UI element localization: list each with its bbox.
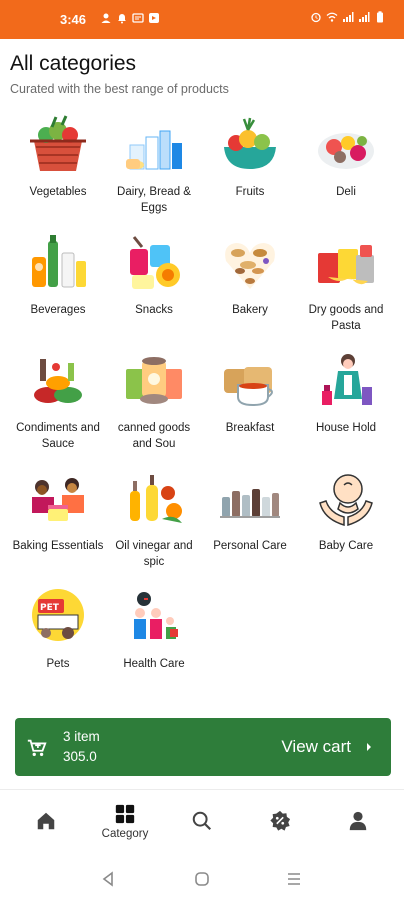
baby-care-icon bbox=[313, 466, 379, 532]
category-bakery[interactable]: Bakery bbox=[202, 230, 298, 348]
category-label: Condiments and Sauce bbox=[16, 422, 100, 450]
view-cart-bar[interactable]: 3 item 305.0 View cart bbox=[15, 718, 391, 776]
notification-bell-icon bbox=[116, 12, 128, 24]
category-snacks[interactable]: Snacks bbox=[106, 230, 202, 348]
category-label: Oil vinegar and spic bbox=[115, 540, 193, 568]
snacks-icon bbox=[121, 230, 187, 296]
vegetable-basket-icon bbox=[25, 112, 91, 178]
category-health-care[interactable]: Health Care bbox=[106, 584, 202, 702]
category-label: canned goods and Sou bbox=[117, 422, 191, 450]
cart-total: 305.0 bbox=[63, 749, 97, 764]
category-pets[interactable]: PET Pets bbox=[10, 584, 106, 702]
home-icon bbox=[37, 812, 55, 830]
category-label: Beverages bbox=[30, 304, 86, 316]
status-right-icons bbox=[310, 11, 386, 23]
category-household[interactable]: House Hold bbox=[298, 348, 394, 466]
header: All categories Curated with the best ran… bbox=[10, 52, 229, 96]
category-label: Fruits bbox=[235, 186, 265, 198]
household-icon bbox=[313, 348, 379, 414]
person-icon bbox=[100, 12, 112, 24]
category-label: Snacks bbox=[135, 304, 173, 316]
status-left-icons bbox=[100, 12, 160, 24]
svg-text:PET: PET bbox=[40, 603, 60, 613]
condiments-icon bbox=[25, 348, 91, 414]
recents-icon[interactable] bbox=[285, 870, 303, 888]
nav-profile[interactable] bbox=[318, 790, 398, 852]
offer-badge-icon bbox=[270, 810, 291, 831]
category-label: Baking Essentials bbox=[12, 540, 104, 552]
view-cart-label: View cart bbox=[281, 737, 351, 756]
bakery-icon bbox=[217, 230, 283, 296]
category-label: Bakery bbox=[232, 304, 268, 316]
personal-care-icon bbox=[217, 466, 283, 532]
app-icon bbox=[148, 12, 160, 24]
category-grid-icon bbox=[115, 804, 135, 823]
back-icon[interactable] bbox=[99, 870, 117, 888]
system-nav-bar bbox=[0, 858, 404, 900]
chevron-right-icon bbox=[367, 743, 371, 751]
category-canned-goods[interactable]: canned goods and Sou bbox=[106, 348, 202, 466]
nav-category[interactable]: Category bbox=[85, 790, 165, 852]
category-label: Vegetables bbox=[29, 186, 87, 198]
category-beverages[interactable]: Beverages bbox=[10, 230, 106, 348]
category-label: Deli bbox=[336, 186, 356, 198]
category-label: Dairy, Bread & Eggs bbox=[117, 186, 191, 214]
oil-vinegar-icon bbox=[121, 466, 187, 532]
search-icon bbox=[192, 811, 212, 831]
status-bar: 3:46 bbox=[0, 0, 404, 39]
baking-icon bbox=[25, 466, 91, 532]
cart-icon bbox=[27, 739, 47, 757]
profile-icon bbox=[349, 811, 367, 831]
deli-platter-icon bbox=[313, 112, 379, 178]
page-title: All categories bbox=[10, 52, 137, 75]
category-label: Breakfast bbox=[225, 422, 275, 434]
category-personal-care[interactable]: Personal Care bbox=[202, 466, 298, 584]
nav-home[interactable] bbox=[6, 790, 86, 852]
category-label: Baby Care bbox=[318, 540, 374, 552]
category-dairy-bread-eggs[interactable]: Dairy, Bread & Eggs bbox=[106, 112, 202, 230]
beverages-icon bbox=[25, 230, 91, 296]
category-grid: Vegetables Dairy, Bread & Eggs Fruits De… bbox=[10, 112, 394, 702]
home-circle-icon[interactable] bbox=[193, 870, 211, 888]
status-time: 3:46 bbox=[60, 12, 87, 27]
category-label: Dry goods and Pasta bbox=[308, 304, 384, 332]
category-label: Health Care bbox=[123, 658, 185, 670]
signal-icon bbox=[358, 11, 370, 23]
breakfast-icon bbox=[217, 348, 283, 414]
fruit-bowl-icon bbox=[217, 112, 283, 178]
health-care-icon bbox=[121, 584, 187, 650]
category-deli[interactable]: Deli bbox=[298, 112, 394, 230]
category-oil-vinegar-spices[interactable]: Oil vinegar and spic bbox=[106, 466, 202, 584]
page-subtitle: Curated with the best range of products bbox=[10, 82, 229, 96]
battery-icon bbox=[374, 11, 386, 23]
pet-shop-icon: PET bbox=[25, 584, 91, 650]
pasta-icon bbox=[313, 230, 379, 296]
nav-offers[interactable] bbox=[240, 790, 320, 852]
category-label: House Hold bbox=[315, 422, 377, 434]
signal-icon bbox=[342, 11, 354, 23]
wifi-icon bbox=[326, 11, 338, 23]
category-breakfast[interactable]: Breakfast bbox=[202, 348, 298, 466]
category-condiments-sauce[interactable]: Condiments and Sauce bbox=[10, 348, 106, 466]
category-baby-care[interactable]: Baby Care bbox=[298, 466, 394, 584]
cart-item-count: 3 item bbox=[63, 729, 100, 744]
bottom-nav: Category bbox=[0, 789, 404, 851]
nav-category-label: Category bbox=[101, 827, 149, 840]
category-baking-essentials[interactable]: Baking Essentials bbox=[10, 466, 106, 584]
category-label: Personal Care bbox=[213, 540, 287, 552]
category-vegetables[interactable]: Vegetables bbox=[10, 112, 106, 230]
category-label: Pets bbox=[46, 658, 70, 670]
category-fruits[interactable]: Fruits bbox=[202, 112, 298, 230]
message-icon bbox=[132, 12, 144, 24]
dairy-products-icon bbox=[121, 112, 187, 178]
category-dry-goods-pasta[interactable]: Dry goods and Pasta bbox=[298, 230, 394, 348]
nav-search[interactable] bbox=[162, 790, 242, 852]
canned-goods-icon bbox=[121, 348, 187, 414]
alarm-icon bbox=[310, 11, 322, 23]
